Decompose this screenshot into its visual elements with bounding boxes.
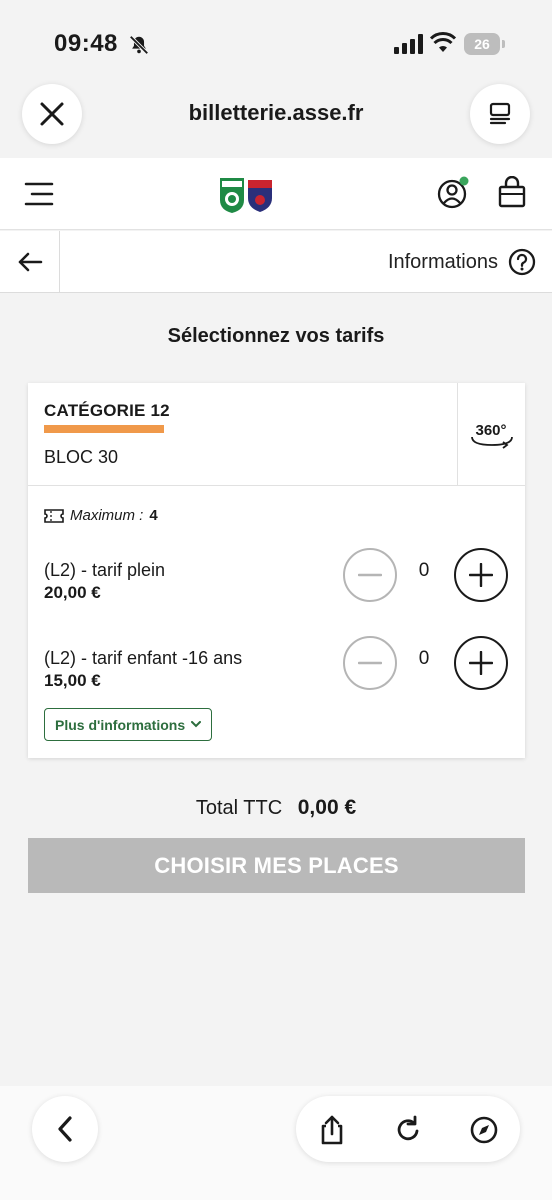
maximum-label: Maximum : (70, 507, 144, 524)
bell-off-icon (129, 35, 149, 55)
chevron-down-icon (191, 721, 202, 728)
menu-icon[interactable] (24, 180, 54, 208)
category-header: CATÉGORIE 12 BLOC 30 360° (28, 383, 525, 486)
reader-icon (489, 102, 511, 125)
tariff-card: CATÉGORIE 12 BLOC 30 360° Maximum : 4 (L… (28, 383, 525, 758)
close-tab-button[interactable] (22, 84, 82, 144)
360-view-icon: 360° (470, 422, 513, 449)
page-title: Sélectionnez vos tarifs (167, 325, 385, 347)
decrease-quantity-button[interactable] (343, 636, 397, 690)
close-icon (40, 102, 64, 126)
wifi-icon (430, 32, 456, 52)
tarif-name: (L2) - tarif plein (44, 560, 166, 580)
arrow-left-icon (18, 252, 42, 272)
choose-seats-button[interactable]: CHOISIR MES PLACES (28, 838, 525, 893)
informations-link[interactable]: Informations (388, 251, 498, 274)
increase-quantity-button[interactable] (454, 636, 508, 690)
minus-icon (358, 661, 382, 665)
club-logos[interactable] (218, 174, 274, 214)
status-time: 09:48 (54, 30, 118, 57)
browser-toolbar (0, 1086, 552, 1200)
quantity-value: 0 (418, 560, 430, 581)
status-bar: 09:48 26 (0, 0, 552, 92)
share-icon[interactable] (316, 1114, 348, 1146)
account-icon[interactable] (436, 176, 470, 210)
bloc-label: BLOC 30 (44, 447, 119, 467)
tarif-price: 20,00 € (44, 583, 101, 602)
compass-icon[interactable] (468, 1114, 500, 1146)
ticket-icon (44, 508, 64, 523)
view-360-button[interactable]: 360° (457, 383, 525, 486)
battery-tip (502, 40, 505, 48)
site-header (0, 158, 552, 230)
sub-nav: Informations (0, 231, 552, 293)
tarif-row: (L2) - tarif plein 20,00 € 0 (44, 548, 514, 620)
signal-icon (394, 34, 423, 54)
increase-quantity-button[interactable] (454, 548, 508, 602)
total-amount: 0,00 € (297, 796, 357, 819)
reader-mode-button[interactable] (470, 84, 530, 144)
help-icon[interactable] (508, 248, 536, 276)
toolbar-actions (296, 1096, 520, 1162)
minus-icon (358, 573, 382, 577)
back-button[interactable] (0, 231, 60, 293)
more-info-button[interactable]: Plus d'informations (44, 708, 213, 741)
tarif-name: (L2) - tarif enfant -16 ans (44, 648, 243, 668)
battery-level: 26 (464, 33, 500, 55)
maximum-value: 4 (149, 507, 158, 524)
tarif-row: (L2) - tarif enfant -16 ans 15,00 € 0 (44, 636, 514, 708)
quantity-value: 0 (418, 648, 430, 669)
total-row: Total TTC 0,00 € (0, 796, 552, 820)
maximum-row: Maximum : 4 (44, 507, 158, 524)
360-view-text: 360° (475, 422, 506, 439)
more-info-label: Plus d'informations (55, 716, 186, 733)
tarif-price: 15,00 € (44, 671, 101, 690)
total-label: Total TTC (195, 797, 283, 819)
reload-icon[interactable] (392, 1114, 424, 1146)
browser-bar: billetterie.asse.fr (0, 82, 552, 152)
category-name: CATÉGORIE 12 (44, 401, 170, 420)
plus-icon (469, 651, 493, 675)
battery-icon: 26 (464, 33, 506, 55)
browser-back-button[interactable] (32, 1096, 98, 1162)
plus-icon (469, 563, 493, 587)
category-color-bar (44, 425, 164, 433)
url-text[interactable]: billetterie.asse.fr (100, 100, 452, 126)
decrease-quantity-button[interactable] (343, 548, 397, 602)
cart-icon[interactable] (498, 176, 526, 208)
chevron-left-icon (58, 1116, 72, 1142)
